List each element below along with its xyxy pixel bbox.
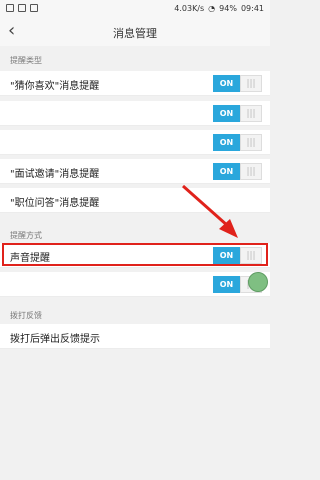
annotation-arrow [182, 184, 238, 238]
arrow-shaft [182, 184, 229, 228]
floating-assistant-button[interactable] [248, 272, 268, 292]
